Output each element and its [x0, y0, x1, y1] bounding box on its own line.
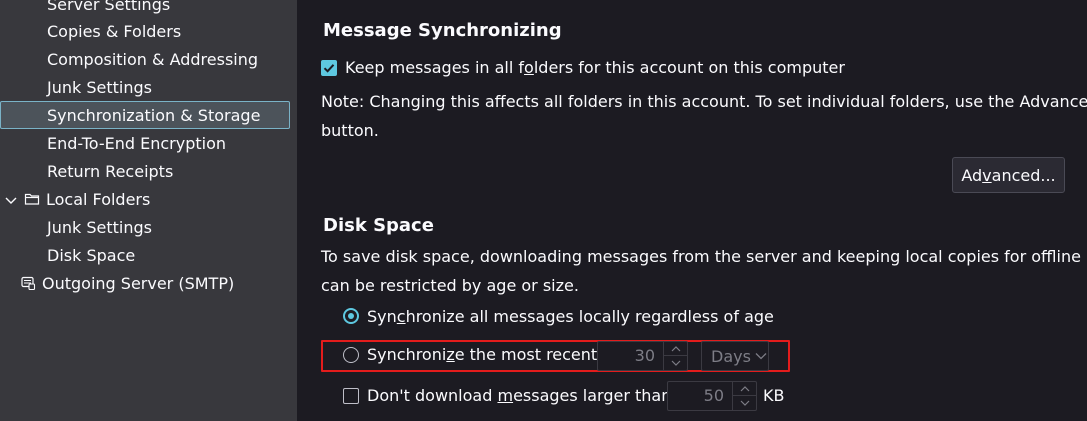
sidebar-item-server-settings[interactable]: Server Settings — [47, 0, 170, 18]
recent-unit-value: Days — [711, 346, 751, 366]
sync-recent-radio[interactable] — [343, 347, 359, 363]
recent-age-value[interactable]: 30 — [598, 342, 663, 370]
sidebar-item-label: Disk Space — [47, 245, 136, 265]
sync-note-line1: Note: Changing this affects all folders … — [321, 92, 1087, 111]
sidebar-item-label: Server Settings — [47, 0, 171, 14]
sidebar-item-end-to-end-encryption[interactable]: End-To-End Encryption — [47, 129, 226, 157]
sidebar-item-composition-addressing[interactable]: Composition & Addressing — [47, 45, 258, 73]
sidebar-item-label: Composition & Addressing — [47, 49, 259, 69]
size-limit-value[interactable]: 50 — [668, 382, 732, 410]
advanced-button[interactable]: Ad v anced... — [952, 157, 1065, 193]
sidebar-item-copies-folders[interactable]: Copies & Folders — [47, 17, 181, 45]
size-unit-label: KB — [763, 386, 785, 405]
sidebar-item-disk-space[interactable]: Disk Space — [47, 241, 135, 269]
disk-desc-line1: To save disk space, downloading messages… — [321, 247, 1087, 266]
chevron-down-icon[interactable] — [733, 396, 757, 410]
sidebar-item-junk-settings[interactable]: Junk Settings — [47, 73, 152, 101]
sidebar-item-label: Outgoing Server (SMTP) — [42, 273, 235, 293]
sync-note-line2: button. — [321, 121, 379, 140]
settings-main-panel: Message Synchronizing Keep messages in a… — [297, 0, 1087, 421]
sidebar-item-label: Synchronization & Storage — [47, 105, 261, 125]
sidebar-item-label: Junk Settings — [47, 217, 152, 237]
sidebar-item-local-junk-settings[interactable]: Junk Settings — [47, 213, 152, 241]
sidebar-item-label: Local Folders — [46, 189, 151, 209]
disk-desc-line2: can be restricted by age or size. — [321, 276, 579, 295]
chevron-up-icon[interactable] — [664, 342, 688, 356]
disk-space-heading: Disk Space — [323, 215, 434, 236]
sync-all-label[interactable]: Synchronize all messages locally regardl… — [367, 307, 774, 326]
sync-recent-label[interactable]: Synchronize the most recent — [367, 345, 597, 364]
sidebar-item-label: Return Receipts — [47, 161, 174, 181]
chevron-down-icon[interactable] — [4, 192, 18, 206]
sidebar-item-return-receipts[interactable]: Return Receipts — [47, 157, 173, 185]
keep-messages-label[interactable]: Keep messages in all folders for this ac… — [345, 58, 845, 77]
account-settings-sidebar: Server Settings Copies & Folders Composi… — [0, 0, 297, 421]
sync-all-radio[interactable] — [343, 308, 359, 324]
size-limit-stepper[interactable]: 50 — [667, 381, 757, 411]
stepper-arrows[interactable] — [663, 342, 688, 370]
smtp-server-icon — [20, 275, 36, 291]
sidebar-item-label: Junk Settings — [47, 77, 152, 97]
folder-icon — [24, 191, 40, 207]
size-limit-checkbox[interactable] — [343, 388, 359, 404]
sidebar-item-synchronization-storage[interactable]: Synchronization & Storage — [0, 101, 290, 129]
chevron-down-icon[interactable] — [664, 356, 688, 370]
size-limit-label[interactable]: Don't download messages larger than — [367, 386, 671, 405]
checkmark-icon — [323, 64, 335, 73]
recent-age-stepper[interactable]: 30 — [597, 341, 688, 371]
sidebar-item-label: End-To-End Encryption — [47, 133, 227, 153]
stepper-arrows[interactable] — [732, 382, 757, 410]
sidebar-item-outgoing-server[interactable]: Outgoing Server (SMTP) — [20, 269, 234, 297]
sidebar-item-local-folders[interactable]: Local Folders — [4, 185, 150, 213]
message-synchronizing-heading: Message Synchronizing — [323, 20, 562, 41]
sidebar-item-label: Copies & Folders — [47, 21, 182, 41]
recent-unit-dropdown[interactable]: Days — [701, 341, 769, 371]
keep-messages-checkbox[interactable] — [321, 60, 337, 76]
chevron-up-icon[interactable] — [733, 382, 757, 396]
chevron-down-icon — [755, 353, 767, 360]
